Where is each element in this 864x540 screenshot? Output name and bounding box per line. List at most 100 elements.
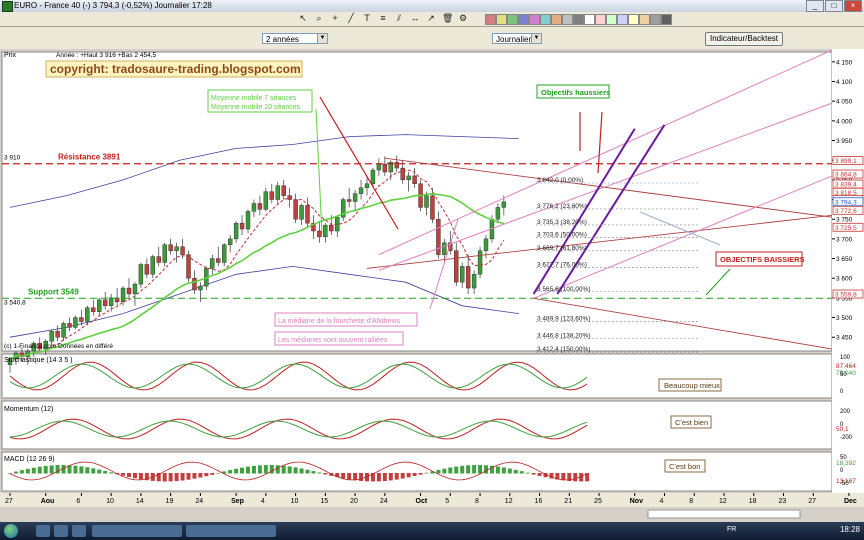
candle-body xyxy=(227,238,233,245)
color-swatch[interactable] xyxy=(628,14,639,25)
candle-body xyxy=(430,195,435,220)
candle-body xyxy=(370,169,376,184)
candle-body xyxy=(67,323,72,328)
properties-icon[interactable]: ⚙ xyxy=(458,14,468,23)
x-tick-label: Nov xyxy=(630,498,643,505)
zoom-icon[interactable]: ⌕ xyxy=(314,14,324,23)
macd-bar xyxy=(442,468,447,474)
objectifs-haussiers-label: Objectifs haussiers xyxy=(541,88,610,97)
x-tick-label: 5 xyxy=(445,498,449,505)
x-tick-label: 24 xyxy=(380,498,388,505)
fibonacci-icon[interactable]: ≡ xyxy=(378,14,388,23)
macd-bar xyxy=(287,466,292,474)
folder-icon[interactable] xyxy=(54,525,68,537)
candle-body xyxy=(442,242,447,255)
fibo-label: 3 412,4 (150,00%) xyxy=(537,346,590,353)
media-icon[interactable] xyxy=(72,525,86,537)
candle-body xyxy=(495,207,501,220)
stoch-comment: Beaucoup mieux xyxy=(664,381,720,390)
candle-body xyxy=(144,264,150,275)
price-badge-label: 3 729,5 xyxy=(835,225,857,232)
color-swatch[interactable] xyxy=(496,14,507,25)
close-icon[interactable]: × xyxy=(844,0,862,12)
color-swatch[interactable] xyxy=(518,14,529,25)
x-tick-label: 15 xyxy=(320,498,328,505)
timeframe-select-value: Journalier xyxy=(496,35,532,44)
macd-bar xyxy=(162,473,167,482)
minimize-icon[interactable]: _ xyxy=(806,0,824,12)
channel-icon[interactable]: ⫽ xyxy=(394,14,404,23)
color-swatch[interactable] xyxy=(617,14,628,25)
candle-body xyxy=(358,187,364,194)
x-tick-label: 8 xyxy=(475,498,479,505)
arrow-icon[interactable]: ↗ xyxy=(426,14,436,23)
candle-body xyxy=(174,246,179,251)
trash-icon[interactable]: 🗑 xyxy=(442,14,453,23)
x-tick-label: Sep xyxy=(231,498,244,505)
color-swatch[interactable] xyxy=(507,14,518,25)
candle-body xyxy=(132,283,138,295)
objectifs-baissiers-label: OBJECTIFS BAISSIERS xyxy=(720,255,805,264)
macd-bar xyxy=(216,472,221,474)
clock[interactable]: 18:28 xyxy=(840,525,860,534)
color-swatch[interactable] xyxy=(584,14,595,25)
candle-body xyxy=(424,195,429,208)
period-select[interactable]: 2 années ▼ xyxy=(262,33,328,44)
color-swatch[interactable] xyxy=(540,14,551,25)
ma20-legend: Moyenne mobile 20 séances xyxy=(211,104,301,111)
color-swatch[interactable] xyxy=(661,14,672,25)
color-swatch[interactable] xyxy=(595,14,606,25)
price-badge-label: 3 899,1 xyxy=(835,158,857,165)
momentum-axis-label: 200 xyxy=(840,409,851,415)
macd-bar xyxy=(192,473,197,479)
x-tick-label: Oct xyxy=(416,498,428,505)
color-swatch[interactable] xyxy=(573,14,584,25)
x-tick-label: 18 xyxy=(749,498,757,505)
candle-body xyxy=(73,317,78,328)
macd-bar xyxy=(376,473,381,482)
color-swatch[interactable] xyxy=(485,14,496,25)
candle-body xyxy=(61,323,66,338)
text-tool-icon[interactable]: T xyxy=(362,14,372,23)
color-swatch[interactable] xyxy=(606,14,617,25)
window-title: EURO - France 40 (-) 3 794,3 (-0,52%) Jo… xyxy=(14,1,212,10)
window-controls: _ □ × xyxy=(806,0,862,12)
fibo-label: 3 669,7 (61,80%) xyxy=(537,245,587,252)
candle-body xyxy=(150,256,156,275)
x-tick-label: 4 xyxy=(660,498,664,505)
chart-area[interactable]: 4 1504 1004 0504 0003 9503 9003 8503 800… xyxy=(0,49,864,522)
cursor-icon[interactable]: ↖ xyxy=(298,14,308,23)
candle-body xyxy=(156,256,161,263)
y-tick-label: 3 750 xyxy=(836,217,853,224)
timeframe-select[interactable]: Journalier ▼ xyxy=(492,33,542,44)
taskbar-app-browser[interactable] xyxy=(186,525,276,537)
x-axis-bg xyxy=(0,493,864,507)
ie-icon[interactable] xyxy=(36,525,50,537)
price-badge-label: 3 864,8 xyxy=(835,172,857,179)
line-tool-icon[interactable]: ╱ xyxy=(346,14,356,23)
x-tick-label: 24 xyxy=(195,498,203,505)
macd-bar xyxy=(353,473,358,481)
candle-body xyxy=(317,230,322,238)
indicator-backtest-button[interactable]: Indicateur/Backtest xyxy=(705,32,783,46)
candle-body xyxy=(364,183,370,188)
momentum-label: Momentum (12) xyxy=(4,406,53,413)
color-swatch[interactable] xyxy=(639,14,650,25)
taskbar-app-trading[interactable] xyxy=(92,525,182,537)
macd-bar xyxy=(43,465,48,474)
macd-bar xyxy=(251,465,256,474)
maximize-icon[interactable]: □ xyxy=(825,0,843,12)
macd-bar xyxy=(234,468,239,474)
macd-bar xyxy=(198,473,203,478)
crosshair-icon[interactable]: + xyxy=(330,14,340,23)
measure-icon[interactable]: ↔ xyxy=(410,14,420,23)
fibo-label: 3 489,9 (123,60%) xyxy=(537,316,590,323)
color-swatch[interactable] xyxy=(650,14,661,25)
candle-body xyxy=(126,287,132,295)
language-indicator[interactable]: FR xyxy=(727,526,736,533)
color-swatch[interactable] xyxy=(562,14,573,25)
color-swatch[interactable] xyxy=(551,14,562,25)
candle-body xyxy=(239,222,245,230)
color-swatch[interactable] xyxy=(529,14,540,25)
start-orb-icon[interactable] xyxy=(4,524,18,538)
